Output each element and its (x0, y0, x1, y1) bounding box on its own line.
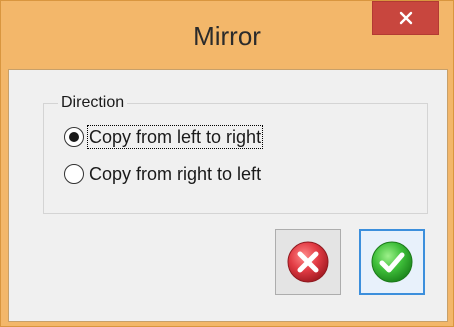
close-button[interactable] (372, 1, 439, 35)
direction-group-label: Direction (58, 93, 128, 113)
close-icon (399, 11, 412, 25)
cancel-x-icon (287, 241, 329, 283)
radio-button-selected[interactable] (64, 127, 84, 147)
title-bar[interactable]: Mirror (1, 1, 453, 51)
radio-button-unselected[interactable] (64, 164, 84, 184)
direction-groupbox: Direction Copy from left to right Copy f… (43, 93, 428, 214)
ok-button[interactable] (359, 229, 425, 295)
radio-label-left-to-right[interactable]: Copy from left to right (86, 125, 264, 149)
dialog-body: Direction Copy from left to right Copy f… (8, 69, 448, 322)
ok-check-icon (371, 241, 413, 283)
radio-left-to-right[interactable]: Copy from left to right (64, 124, 264, 150)
radio-label-right-to-left[interactable]: Copy from right to left (88, 163, 262, 185)
cancel-button[interactable] (275, 229, 341, 295)
radio-right-to-left[interactable]: Copy from right to left (64, 161, 262, 187)
mirror-dialog: Mirror Direction Copy from left to right… (0, 0, 454, 327)
